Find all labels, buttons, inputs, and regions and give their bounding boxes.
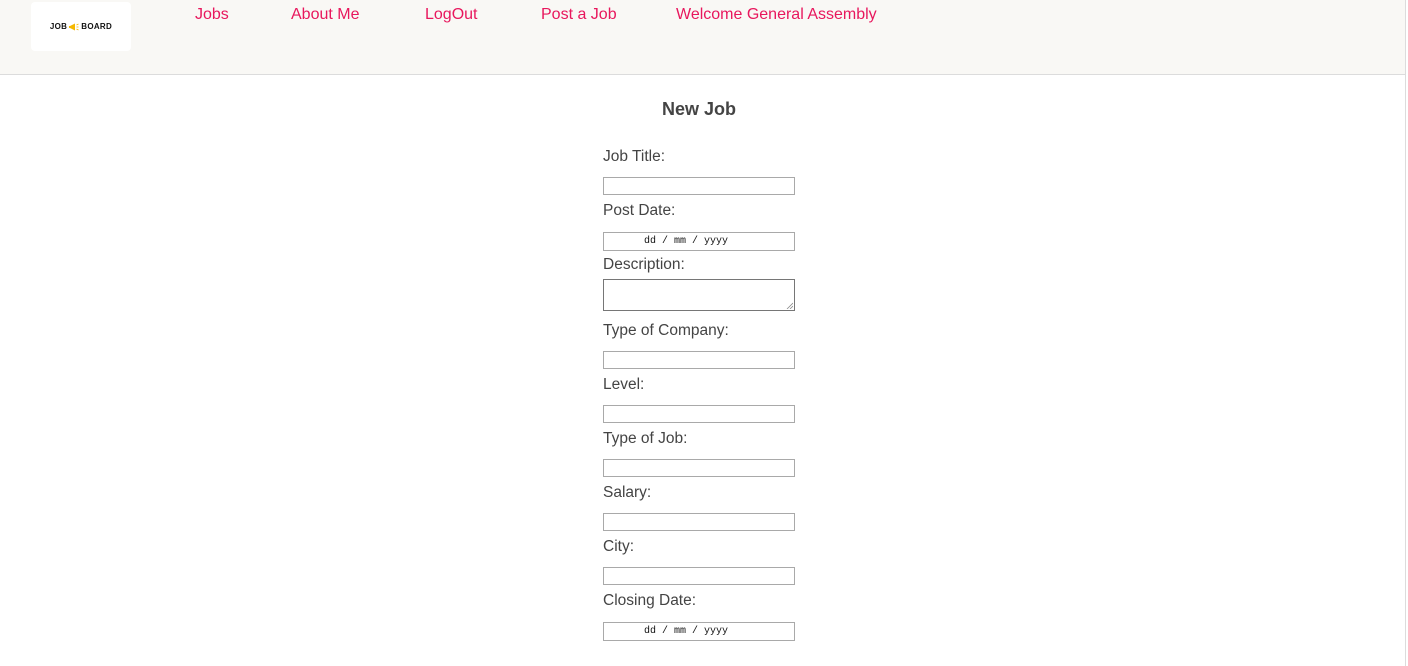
form-title: New Job — [661, 99, 736, 119]
logo-wordmark: JOB BOARD — [50, 22, 112, 31]
city-input[interactable] — [603, 567, 795, 585]
type-of-company-input[interactable] — [603, 351, 795, 369]
logo-text-left: JOB — [49, 22, 68, 31]
description-textarea[interactable] — [603, 279, 795, 311]
nav-link-logout[interactable]: LogOut — [425, 6, 477, 24]
nav-link-welcome-user[interactable]: Welcome General Assembly — [676, 6, 877, 24]
closing-date-label: Closing Date: — [603, 592, 697, 609]
description-label: Description: — [603, 256, 685, 273]
level-input[interactable] — [603, 405, 795, 423]
salary-label: Salary: — [603, 484, 652, 501]
city-label: City: — [603, 538, 634, 555]
job-title-label: Job Title: — [603, 148, 666, 165]
megaphone-icon — [69, 23, 79, 30]
salary-input[interactable] — [603, 513, 795, 531]
level-label: Level: — [603, 376, 645, 393]
logo[interactable]: JOB BOARD — [31, 2, 131, 51]
post-date-input[interactable]: dd / mm / yyyy — [603, 232, 795, 251]
job-title-input[interactable] — [603, 177, 795, 195]
resize-grip-icon[interactable] — [786, 302, 793, 309]
nav-link-post-a-job[interactable]: Post a Job — [541, 6, 617, 24]
closing-date-input[interactable]: dd / mm / yyyy — [603, 622, 795, 641]
nav-link-jobs[interactable]: Jobs — [195, 6, 229, 24]
logo-text-right: BOARD — [81, 22, 113, 31]
nav-link-about-me[interactable]: About Me — [291, 6, 359, 24]
type-of-job-input[interactable] — [603, 459, 795, 477]
type-of-company-label: Type of Company: — [603, 322, 729, 339]
type-of-job-label: Type of Job: — [603, 430, 688, 447]
page: JOB BOARD Jobs About Me LogOut Post a Jo… — [0, 0, 1406, 666]
post-date-label: Post Date: — [603, 202, 676, 219]
navbar: JOB BOARD Jobs About Me LogOut Post a Jo… — [0, 0, 1405, 75]
